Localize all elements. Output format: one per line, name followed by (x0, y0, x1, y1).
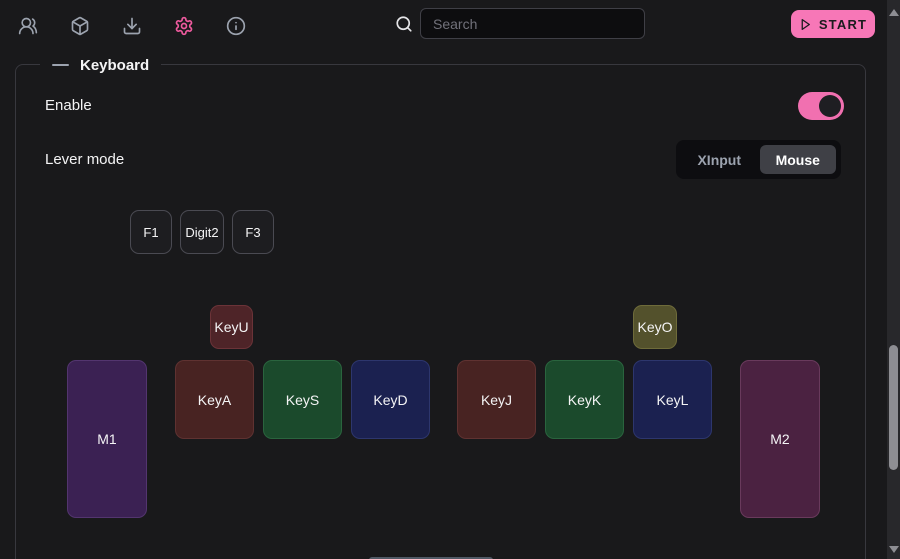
key-f3[interactable]: F3 (232, 210, 274, 254)
collapse-dash-icon (52, 64, 69, 66)
section-legend: Keyboard (40, 55, 161, 75)
scroll-up-arrow-icon[interactable] (889, 9, 899, 16)
key-keyd[interactable]: KeyD (351, 360, 430, 439)
gear-icon[interactable] (173, 16, 195, 38)
scrollbar-thumb[interactable] (889, 345, 898, 470)
scroll-down-arrow-icon[interactable] (889, 546, 899, 553)
start-button[interactable]: START (791, 10, 875, 38)
key-keyl[interactable]: KeyL (633, 360, 712, 439)
topbar: START (0, 0, 887, 52)
search-icon (395, 15, 413, 33)
download-icon[interactable] (121, 16, 143, 38)
section-title: Keyboard (80, 57, 149, 74)
lever-mode-segmented: XInput Mouse (676, 140, 841, 179)
toggle-knob (819, 95, 841, 117)
play-icon (799, 18, 812, 31)
vertical-scrollbar[interactable] (887, 0, 900, 559)
key-keyk[interactable]: KeyK (545, 360, 624, 439)
key-f1[interactable]: F1 (130, 210, 172, 254)
key-keyo[interactable]: KeyO (633, 305, 677, 349)
cube-icon[interactable] (69, 16, 91, 38)
enable-label: Enable (45, 97, 92, 114)
key-m2[interactable]: M2 (740, 360, 820, 518)
key-keyu[interactable]: KeyU (210, 305, 253, 349)
key-keya[interactable]: KeyA (175, 360, 254, 439)
segment-mouse[interactable]: Mouse (760, 145, 837, 174)
key-keyj[interactable]: KeyJ (457, 360, 536, 439)
segment-xinput[interactable]: XInput (681, 145, 758, 174)
users-icon[interactable] (17, 16, 39, 38)
key-keys[interactable]: KeyS (263, 360, 342, 439)
search-input[interactable] (420, 8, 645, 39)
key-m1[interactable]: M1 (67, 360, 147, 518)
enable-toggle[interactable] (798, 92, 844, 120)
key-digit2[interactable]: Digit2 (180, 210, 224, 254)
info-icon[interactable] (225, 16, 247, 38)
lever-mode-label: Lever mode (45, 151, 124, 168)
keyboard-section-panel: Keyboard Enable Lever mode XInput Mouse … (15, 64, 866, 559)
app-root: START Keyboard Enable Lever mode XInput … (0, 0, 900, 559)
start-button-label: START (819, 17, 867, 32)
